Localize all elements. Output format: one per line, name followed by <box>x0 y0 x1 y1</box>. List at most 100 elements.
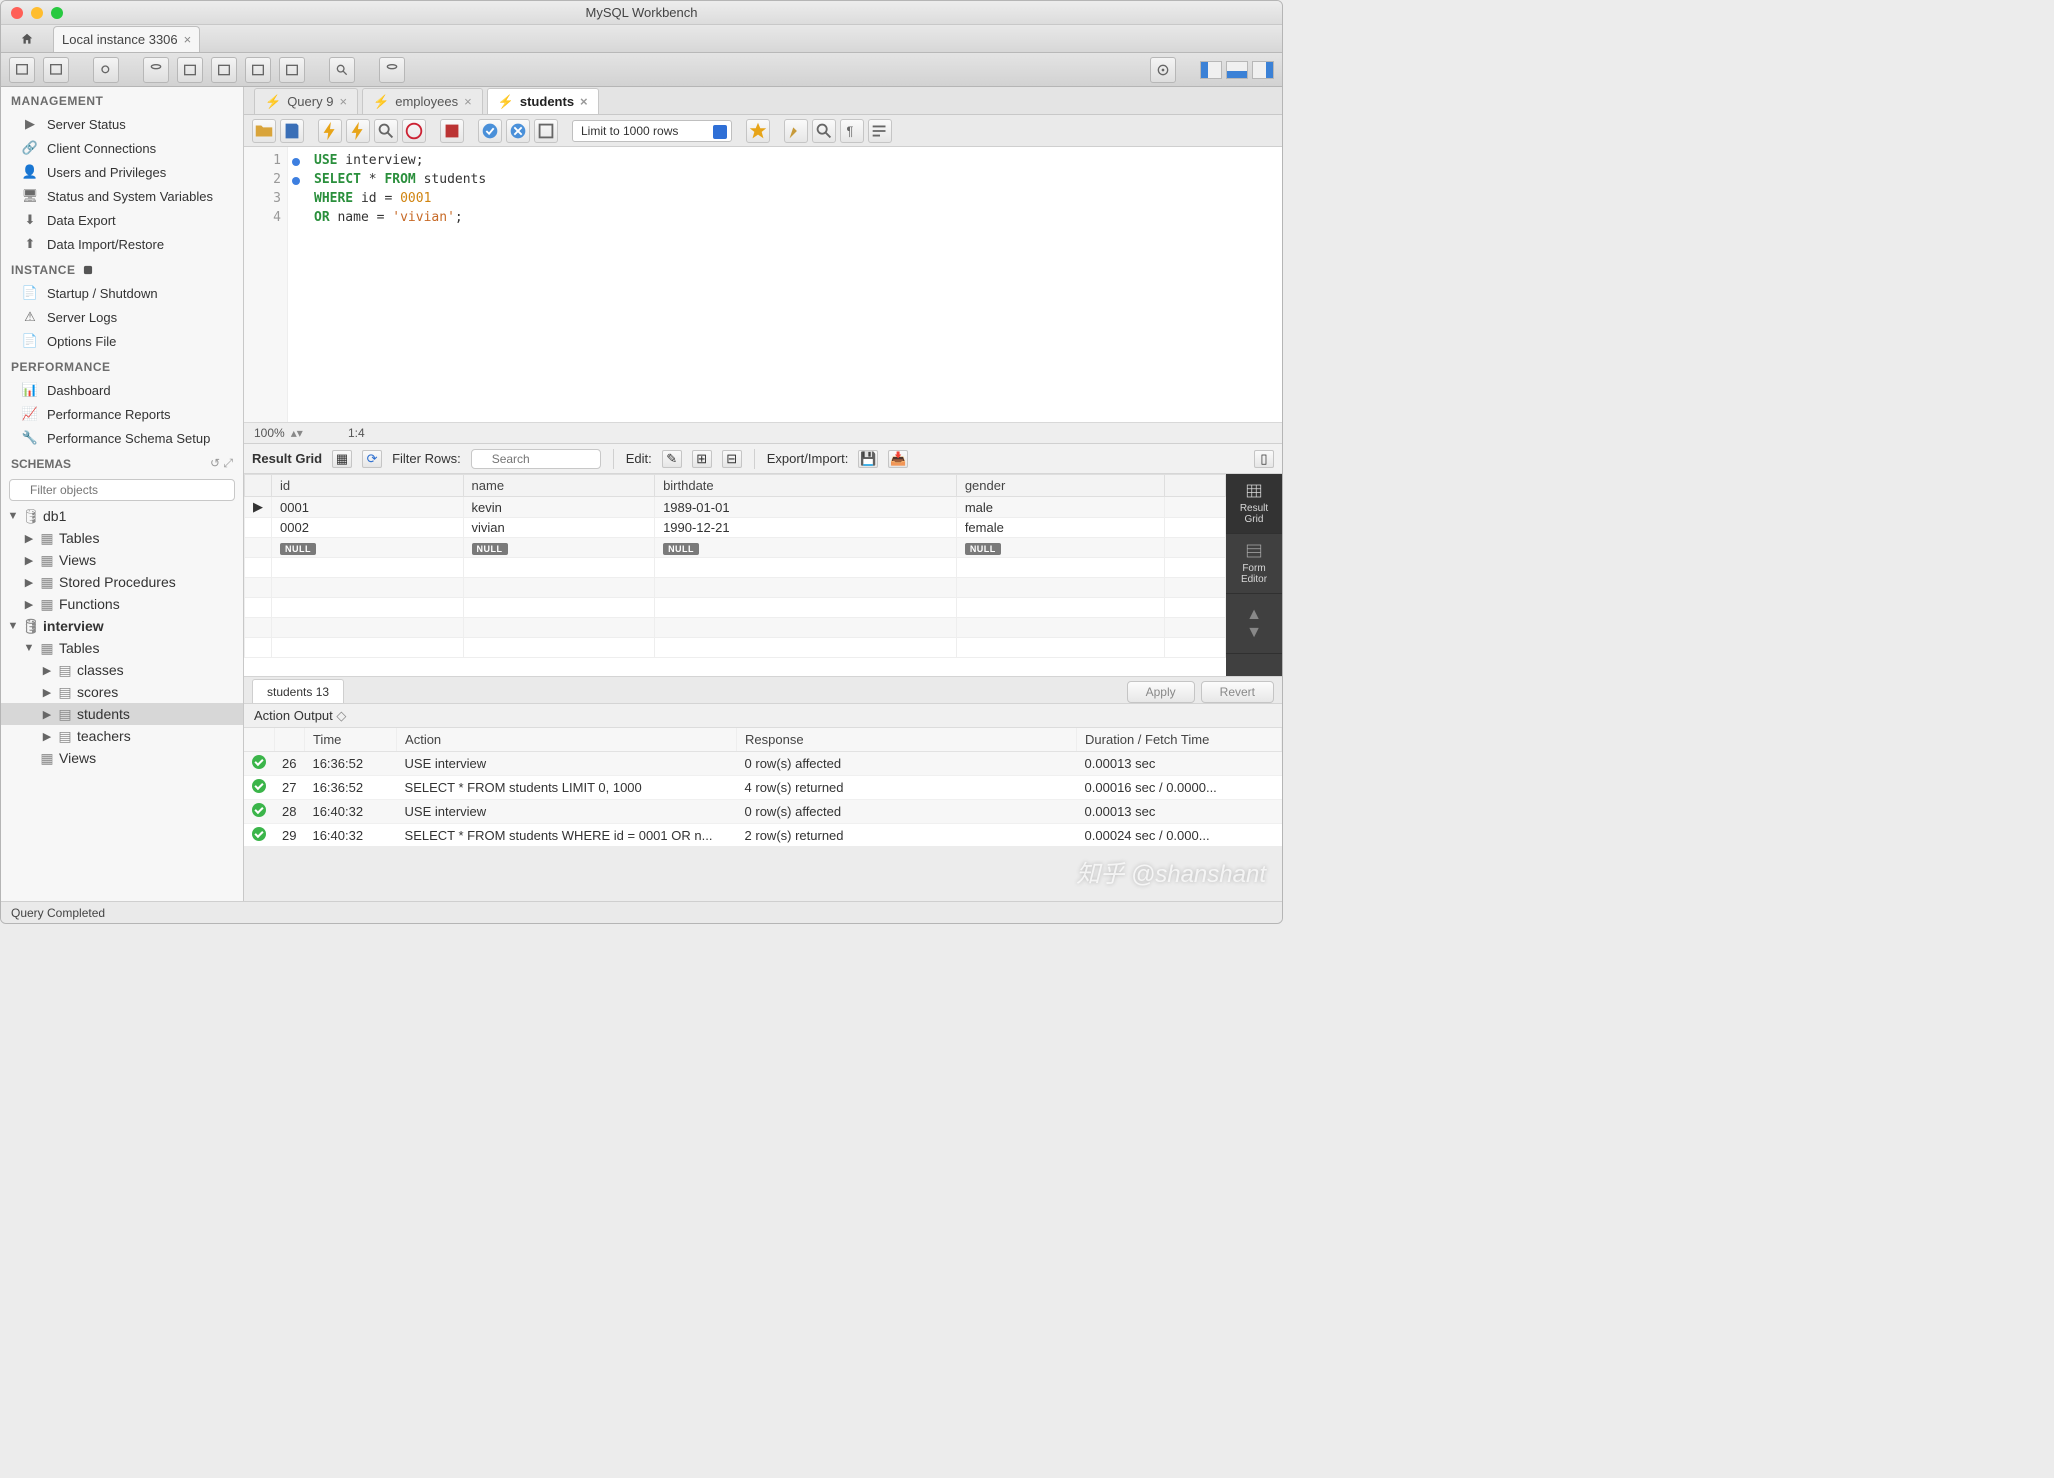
action-output-row[interactable]: 2616:36:52USE interview0 row(s) affected… <box>244 752 1282 776</box>
result-grid[interactable]: idnamebirthdategender▶0001kevin1989-01-0… <box>244 474 1226 676</box>
sql-code[interactable]: USE interview; SELECT * FROM students WH… <box>304 147 1282 422</box>
schema-filter-input[interactable] <box>9 479 235 501</box>
dock-result-grid[interactable]: Result Grid <box>1226 474 1282 534</box>
commit-button[interactable] <box>478 119 502 143</box>
close-icon[interactable]: × <box>464 94 472 109</box>
db1-stored-procedures[interactable]: ▶▦Stored Procedures <box>1 571 243 593</box>
create-procedure-button[interactable] <box>245 57 271 83</box>
nav-item-status-and-system-variables[interactable]: 🖥Status and System Variables <box>1 184 243 208</box>
export-icon[interactable]: 💾 <box>858 450 878 468</box>
schema-tools-icons[interactable]: ↺ ⤢ <box>210 456 233 471</box>
home-button[interactable] <box>7 26 47 52</box>
inspector-button[interactable] <box>93 57 119 83</box>
toggle-autocommit-button[interactable] <box>440 119 464 143</box>
add-row-icon[interactable]: ⊞ <box>692 450 712 468</box>
settings-button[interactable] <box>1150 57 1176 83</box>
explain-button[interactable] <box>374 119 398 143</box>
toggle-left-panel-button[interactable] <box>1200 61 1222 79</box>
nav-item-client-connections[interactable]: 🔗Client Connections <box>1 136 243 160</box>
reconnect-button[interactable] <box>379 57 405 83</box>
toggle-whitespace-button[interactable] <box>534 119 558 143</box>
nav-item-options-file[interactable]: 📄Options File <box>1 329 243 353</box>
new-sql-tab-button[interactable] <box>9 57 35 83</box>
action-output-row[interactable]: 2916:40:32SELECT * FROM students WHERE i… <box>244 824 1282 847</box>
row-limit-select[interactable]: Limit to 1000 rows <box>572 120 732 142</box>
open-file-button[interactable] <box>252 119 276 143</box>
zoom-window-button[interactable] <box>51 7 63 19</box>
filter-rows-input[interactable] <box>471 449 601 469</box>
interview-tables-folder[interactable]: ▼▦Tables <box>1 637 243 659</box>
db1-tables[interactable]: ▶▦Tables <box>1 527 243 549</box>
wrap-cell-icon[interactable]: ▯ <box>1254 450 1274 468</box>
action-output-row[interactable]: 2716:36:52SELECT * FROM students LIMIT 0… <box>244 776 1282 800</box>
action-output-select[interactable]: Action Output <box>254 708 346 724</box>
search-table-data-button[interactable] <box>329 57 355 83</box>
nav-item-server-logs[interactable]: ⚠Server Logs <box>1 305 243 329</box>
nav-item-users-and-privileges[interactable]: 👤Users and Privileges <box>1 160 243 184</box>
nav-item-server-status[interactable]: ▶Server Status <box>1 112 243 136</box>
toggle-right-panel-button[interactable] <box>1252 61 1274 79</box>
create-table-button[interactable] <box>177 57 203 83</box>
db1-functions[interactable]: ▶▦Functions <box>1 593 243 615</box>
beautify-button[interactable] <box>784 119 808 143</box>
favorite-button[interactable] <box>746 119 770 143</box>
table-classes[interactable]: ▶▤classes <box>1 659 243 681</box>
nav-item-data-import-restore[interactable]: ⬆Data Import/Restore <box>1 232 243 256</box>
success-icon <box>252 803 266 817</box>
rollback-button[interactable] <box>506 119 530 143</box>
nav-item-performance-reports[interactable]: 📈Performance Reports <box>1 402 243 426</box>
nav-item-startup-shutdown[interactable]: 📄Startup / Shutdown <box>1 281 243 305</box>
dock-form-editor[interactable]: Form Editor <box>1226 534 1282 594</box>
status-text: Query Completed <box>11 906 105 920</box>
create-view-button[interactable] <box>211 57 237 83</box>
table-scores[interactable]: ▶▤scores <box>1 681 243 703</box>
open-sql-script-button[interactable] <box>43 57 69 83</box>
minimize-window-button[interactable] <box>31 7 43 19</box>
tab-students[interactable]: ⚡students× <box>487 88 599 114</box>
tab-employees[interactable]: ⚡employees× <box>362 88 483 114</box>
execute-button[interactable] <box>318 119 342 143</box>
table-students[interactable]: ▶▤students <box>1 703 243 725</box>
import-icon[interactable]: 📥 <box>888 450 908 468</box>
nav-item-data-export[interactable]: ⬇Data Export <box>1 208 243 232</box>
edit-row-icon[interactable]: ✎ <box>662 450 682 468</box>
close-icon[interactable]: × <box>184 32 192 47</box>
db1-views[interactable]: ▶▦Views <box>1 549 243 571</box>
toggle-invisible-button[interactable]: ¶ <box>840 119 864 143</box>
sql-editor[interactable]: 1234 USE interview; SELECT * FROM studen… <box>244 147 1282 422</box>
table-row[interactable]: 0002vivian1990-12-21female <box>245 518 1226 538</box>
table-row[interactable]: ▶0001kevin1989-01-01male <box>245 497 1226 518</box>
dock-scroll[interactable]: ▲▼ <box>1226 594 1282 654</box>
interview-views-folder[interactable]: ▦Views <box>1 747 243 769</box>
apply-button[interactable]: Apply <box>1127 681 1195 703</box>
nav-item-performance-schema-setup[interactable]: 🔧Performance Schema Setup <box>1 426 243 450</box>
result-toolbar: Result Grid ▦ ⟳ Filter Rows: Edit: ✎ ⊞ ⊟… <box>244 444 1282 474</box>
schema-db1[interactable]: ▼🛢db1 <box>1 505 243 527</box>
result-tab[interactable]: students 13 <box>252 679 344 703</box>
connection-tab[interactable]: Local instance 3306 × <box>53 26 200 52</box>
tab-query-9[interactable]: ⚡Query 9× <box>254 88 358 114</box>
toggle-bottom-panel-button[interactable] <box>1226 61 1248 79</box>
action-output-table[interactable]: TimeActionResponseDuration / Fetch Time2… <box>244 728 1282 846</box>
action-output-row[interactable]: 2816:40:32USE interview0 row(s) affected… <box>244 800 1282 824</box>
stop-button[interactable] <box>402 119 426 143</box>
table-teachers[interactable]: ▶▤teachers <box>1 725 243 747</box>
nav-item-dashboard[interactable]: 📊Dashboard <box>1 378 243 402</box>
create-function-button[interactable] <box>279 57 305 83</box>
grid-view-icon[interactable]: ▦ <box>332 450 352 468</box>
close-icon[interactable]: × <box>339 94 347 109</box>
find-button[interactable] <box>812 119 836 143</box>
sql-toolbar: Limit to 1000 rows ¶ <box>244 115 1282 147</box>
close-icon[interactable]: × <box>580 94 588 109</box>
create-schema-button[interactable] <box>143 57 169 83</box>
revert-button[interactable]: Revert <box>1201 681 1274 703</box>
main-window: MySQL Workbench Local instance 3306 × <box>0 0 1283 924</box>
refresh-icon[interactable]: ⟳ <box>362 450 382 468</box>
save-file-button[interactable] <box>280 119 304 143</box>
execute-current-button[interactable] <box>346 119 370 143</box>
table-row[interactable]: NULLNULLNULLNULL <box>245 538 1226 558</box>
close-window-button[interactable] <box>11 7 23 19</box>
schema-interview[interactable]: ▼🛢interview <box>1 615 243 637</box>
delete-row-icon[interactable]: ⊟ <box>722 450 742 468</box>
wrap-button[interactable] <box>868 119 892 143</box>
